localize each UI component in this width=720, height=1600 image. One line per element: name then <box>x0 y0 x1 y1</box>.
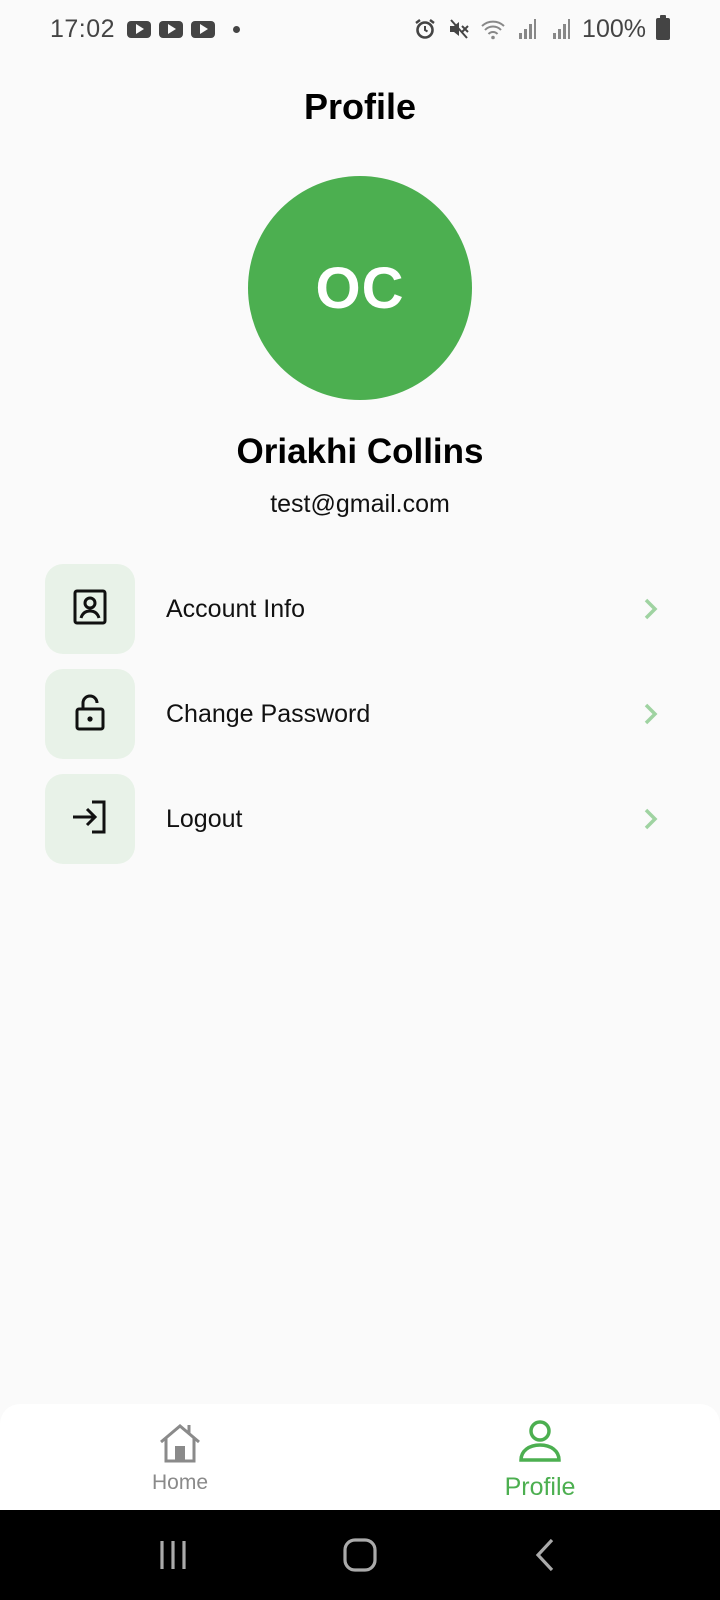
page-title: Profile <box>303 86 417 127</box>
home-icon <box>157 1422 203 1469</box>
logout-icon <box>70 798 110 841</box>
youtube-icon <box>191 20 216 38</box>
account-info-icon <box>71 588 109 631</box>
battery-icon <box>656 15 670 40</box>
status-bar: 17:02 100% <box>0 0 720 58</box>
more-notifications-dot-icon <box>233 25 241 33</box>
nav-tab-profile[interactable]: Profile <box>360 1404 720 1510</box>
recents-icon[interactable] <box>143 1525 203 1585</box>
avatar: OC <box>248 176 472 400</box>
menu-icon-container <box>45 564 135 654</box>
avatar-initials: OC <box>315 255 405 321</box>
signal-icon <box>548 16 574 42</box>
battery-percentage: 100% <box>582 14 646 43</box>
mute-icon <box>446 16 472 42</box>
nav-tab-home[interactable]: Home <box>0 1404 360 1510</box>
chevron-right-icon <box>639 702 663 726</box>
menu-item-account-info[interactable]: Account Info <box>45 564 675 654</box>
menu-icon-container <box>45 774 135 864</box>
lock-icon <box>71 692 109 737</box>
youtube-icon <box>127 20 152 38</box>
signal-icon <box>514 16 540 42</box>
status-left: 17:02 <box>50 14 241 44</box>
menu-item-logout[interactable]: Logout <box>45 774 675 864</box>
status-right: 100% <box>412 15 670 44</box>
chevron-right-icon <box>639 597 663 621</box>
profile-screen: 17:02 100% Profile OC Oriakhi Collins te… <box>0 0 720 1600</box>
profile-icon <box>517 1418 563 1469</box>
nav-label-profile: Profile <box>504 1473 576 1501</box>
system-navigation-bar <box>0 1510 720 1600</box>
bottom-navigation: Home Profile <box>0 1404 720 1510</box>
nav-label-home: Home <box>151 1471 209 1494</box>
user-email: test@gmail.com <box>270 490 450 518</box>
wifi-icon <box>480 16 506 42</box>
status-time: 17:02 <box>50 14 116 43</box>
menu-icon-container <box>45 669 135 759</box>
menu-item-label: Account Info <box>166 594 305 623</box>
chevron-right-icon <box>639 807 663 831</box>
youtube-icon <box>159 20 184 38</box>
back-icon[interactable] <box>517 1525 577 1585</box>
home-circle-icon[interactable] <box>330 1525 390 1585</box>
user-name: Oriakhi Collins <box>236 432 484 471</box>
alarm-icon <box>412 16 438 42</box>
menu-item-label: Change Password <box>166 699 371 728</box>
profile-menu: Account Info Change Password Logout <box>45 564 675 879</box>
menu-item-label: Logout <box>166 804 243 833</box>
menu-item-change-password[interactable]: Change Password <box>45 669 675 759</box>
